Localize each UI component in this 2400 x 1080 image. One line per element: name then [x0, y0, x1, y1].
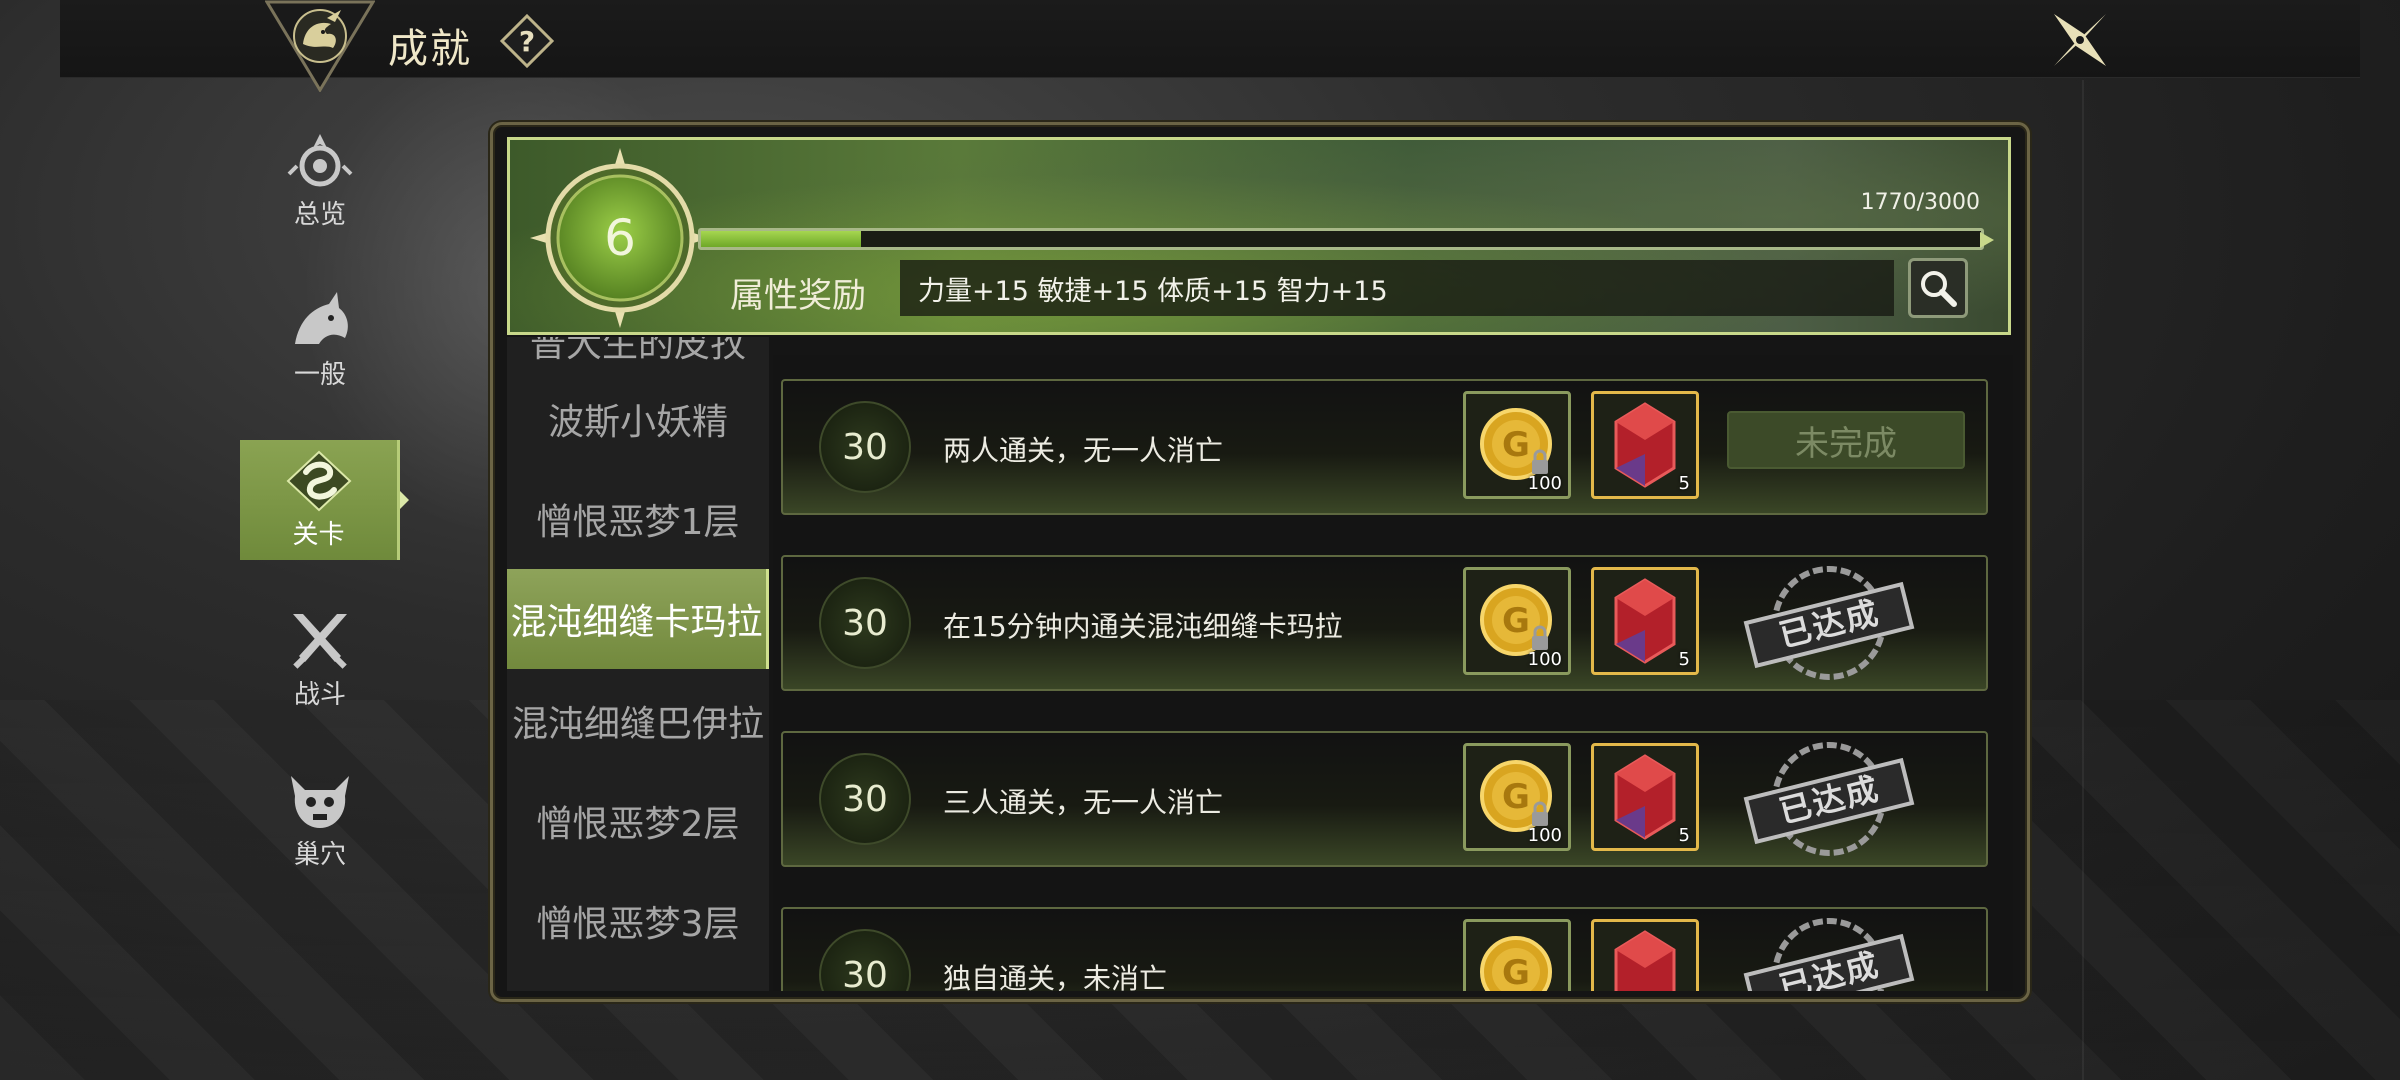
dungeon-item-label: 普大生的皮孜 — [529, 337, 746, 365]
attr-reward-label: 属性奖励 — [730, 276, 866, 316]
achievement-points: 30 — [819, 577, 911, 669]
level-number: 6 — [604, 209, 636, 267]
dungeon-item-label: 憎恨恶梦2层 — [536, 804, 740, 845]
question-mark-icon: ? — [499, 13, 555, 69]
svg-text:G: G — [1502, 601, 1530, 641]
achievement-description: 三人通关，无一人消亡 — [943, 786, 1224, 819]
nav-item-label: 一般 — [293, 359, 346, 390]
close-button[interactable] — [2048, 8, 2112, 72]
nav-item-battle[interactable]: 战斗 — [240, 600, 400, 720]
achievement-description: 独自通关，未消亡 — [943, 962, 1168, 991]
nav-item-stages[interactable]: 关卡 — [240, 440, 409, 560]
achievement-row: 30 在15分钟内通关混沌细缝卡玛拉 G 100 5 已达成 — [781, 555, 1988, 691]
achievement-points: 30 — [819, 401, 911, 493]
reward-gem-slot[interactable]: 5 — [1591, 743, 1699, 851]
swirl-diamond-icon — [286, 450, 351, 511]
dungeon-item[interactable]: 憎恨恶梦2层 — [507, 771, 769, 871]
reward-count: 100 — [1527, 649, 1562, 670]
crossed-swords-icon — [293, 613, 347, 669]
dungeon-item-label: 波斯小妖精 — [547, 402, 728, 443]
nav-item-label: 关卡 — [292, 519, 345, 550]
nav-item-label: 巢穴 — [293, 839, 346, 870]
dragon-emblem-icon — [264, 0, 376, 93]
nav-item-label: 总览 — [293, 199, 346, 230]
achievement-panel: 6 1770/3000 属性奖励 力量+15 敏捷+15 体质+15 智力+15… — [490, 122, 2030, 1002]
nav-item-general[interactable]: 一般 — [240, 280, 400, 400]
exp-text: 1770/3000 — [1860, 190, 1980, 215]
demon-skull-icon — [291, 775, 349, 828]
attr-reward-value: 力量+15 敏捷+15 体质+15 智力+15 — [900, 260, 1894, 316]
active-indicator — [400, 491, 409, 509]
exp-progress-bar — [698, 228, 1984, 250]
detail-search-button[interactable] — [1908, 258, 1968, 318]
reward-count: 100 — [1527, 825, 1562, 846]
dungeon-item-label: 憎恨恶梦3层 — [536, 904, 740, 945]
dungeon-item[interactable]: 波斯小妖精 — [507, 369, 769, 469]
dungeon-item[interactable]: 混沌细缝巴伊拉 — [507, 671, 769, 771]
exp-progress-fill — [701, 231, 861, 247]
achievement-points: 30 — [819, 929, 911, 991]
svg-text:?: ? — [519, 25, 535, 58]
reward-gem-slot[interactable]: 5 — [1591, 391, 1699, 499]
help-button[interactable]: ? — [499, 13, 555, 69]
dungeon-item[interactable]: 憎恨恶梦3层 — [507, 871, 769, 971]
achievement-points: 30 — [819, 753, 911, 845]
level-banner: 6 1770/3000 属性奖励 力量+15 敏捷+15 体质+15 智力+15 — [507, 137, 2011, 335]
achievement-row: 30 两人通关，无一人消亡 G 100 5 未完成 — [781, 379, 1988, 515]
svg-text:G: G — [1502, 953, 1530, 991]
completed-stamp: 已达成 — [1739, 915, 1919, 991]
wolf-head-icon — [295, 291, 348, 344]
achievement-row: 30 独自通关，未消亡 G 100 5 — [781, 907, 1988, 991]
reward-gold-slot[interactable]: G 100 — [1463, 919, 1571, 991]
reward-count: 5 — [1678, 473, 1690, 494]
gold-coin-icon: G — [1480, 936, 1552, 991]
reward-count: 5 — [1678, 649, 1690, 670]
svg-text:G: G — [1502, 777, 1530, 817]
exp-bar-end-icon — [1980, 232, 1994, 248]
completed-stamp: 已达成 — [1739, 739, 1919, 859]
page-title: 成就 — [388, 26, 472, 72]
magnifier-icon — [1921, 271, 1957, 307]
reward-gem-slot[interactable]: 5 — [1591, 567, 1699, 675]
dungeon-item[interactable]: 憎恨恶梦1层 — [507, 469, 769, 569]
dungeon-item-label: 混沌细缝卡玛拉 — [510, 602, 763, 643]
nav-item-overview[interactable]: 总览 — [240, 120, 400, 240]
nav-item-label: 战斗 — [293, 679, 346, 710]
svg-text:G: G — [1502, 425, 1530, 465]
reward-gold-slot[interactable]: G 100 — [1463, 743, 1571, 851]
red-gem-icon — [1614, 930, 1676, 991]
reward-count: 100 — [1527, 473, 1562, 494]
achievement-list[interactable]: 30 两人通关，无一人消亡 G 100 5 未完成 30 在15分钟内通关混沌细… — [773, 355, 2013, 991]
eye-emblem-icon — [287, 133, 353, 186]
dungeon-item-label: 憎恨恶梦1层 — [536, 502, 740, 543]
close-x-icon — [2054, 14, 2106, 66]
achievement-description: 在15分钟内通关混沌细缝卡玛拉 — [943, 610, 1343, 643]
dungeon-list[interactable]: 普大生的皮孜 波斯小妖精 憎恨恶梦1层 混沌细缝卡玛拉 混沌细缝巴伊拉 憎恨恶梦… — [507, 337, 769, 991]
nav-item-lair[interactable]: 巢穴 — [240, 760, 400, 880]
background-divider — [2082, 80, 2084, 1080]
dungeon-item-label: 混沌细缝巴伊拉 — [511, 704, 764, 745]
reward-gold-slot[interactable]: G 100 — [1463, 567, 1571, 675]
completed-stamp: 已达成 — [1739, 563, 1919, 683]
achievement-row: 30 三人通关，无一人消亡 G 100 5 已达成 — [781, 731, 1988, 867]
reward-count: 5 — [1678, 825, 1690, 846]
reward-gem-slot[interactable]: 5 — [1591, 919, 1699, 991]
dungeon-item-selected[interactable]: 混沌细缝卡玛拉 — [507, 569, 769, 669]
status-incomplete-button[interactable]: 未完成 — [1727, 411, 1965, 469]
achievement-description: 两人通关，无一人消亡 — [943, 434, 1224, 467]
reward-gold-slot[interactable]: G 100 — [1463, 391, 1571, 499]
